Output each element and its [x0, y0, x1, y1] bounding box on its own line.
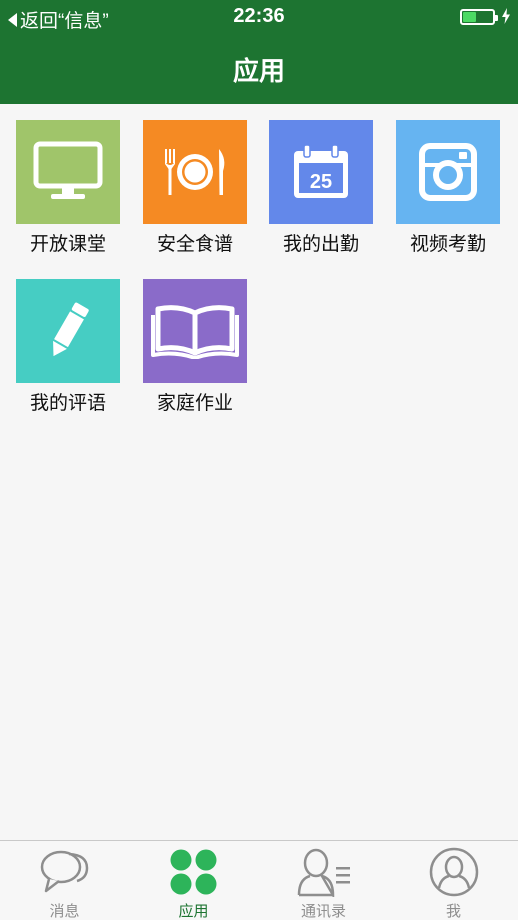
calendar-day-number: 25	[310, 171, 332, 193]
app-tile-label: 安全食谱	[156, 234, 233, 255]
app-tile-icon-box	[396, 120, 500, 224]
app-tile-label: 视频考勤	[409, 234, 486, 255]
status-bar: 返回“信息” 22:36	[0, 0, 518, 34]
app-tile-video-attendance[interactable]: 视频考勤	[396, 120, 500, 256]
tab-label: 我	[445, 903, 461, 920]
chat-bubbles-icon	[40, 850, 88, 893]
pencil-icon	[53, 302, 89, 357]
dinner-plate-icon	[165, 149, 225, 195]
camera-icon	[419, 143, 477, 201]
charging-icon	[502, 8, 510, 24]
app-tile-label: 开放课堂	[29, 234, 106, 255]
app-tile-label: 我的评语	[29, 393, 106, 414]
profile-icon	[429, 847, 478, 897]
app-tile-icon-box	[143, 120, 247, 224]
apps-grid-icon	[170, 849, 216, 895]
calendar-icon: 25	[294, 144, 348, 198]
monitor-icon	[33, 141, 103, 199]
tab-contacts[interactable]: 通讯录	[259, 841, 388, 920]
open-book-icon	[151, 305, 239, 359]
app-tile-label: 家庭作业	[156, 393, 233, 414]
app-tile-safe-recipes[interactable]: 安全食谱	[143, 120, 247, 256]
app-tile-icon-box	[16, 120, 120, 224]
app-tile-my-comments[interactable]: 我的评语	[16, 279, 120, 415]
app-tile-icon-box: 25	[269, 120, 373, 224]
navigation-bar: 应用	[0, 34, 518, 104]
app-tile-label: 我的出勤	[282, 234, 359, 255]
app-tile-icon-box	[16, 279, 120, 383]
app-tile-open-classroom[interactable]: 开放课堂	[16, 120, 120, 256]
app-tile-icon-box	[143, 279, 247, 383]
status-time: 22:36	[233, 5, 285, 27]
app-tile-homework[interactable]: 家庭作业	[143, 279, 247, 415]
tab-me[interactable]: 我	[389, 841, 518, 920]
contacts-icon	[297, 848, 350, 897]
page-title: 应用	[232, 56, 285, 86]
tab-label: 消息	[49, 903, 80, 920]
battery-icon	[460, 9, 498, 25]
tab-label: 通讯录	[300, 903, 346, 920]
tab-bar: 消息 应用 通讯录 我	[0, 840, 518, 920]
tab-apps[interactable]: 应用	[129, 841, 258, 920]
tab-messages[interactable]: 消息	[0, 841, 129, 920]
app-tile-my-attendance[interactable]: 25 我的出勤	[269, 120, 373, 256]
tab-label: 应用	[178, 903, 209, 920]
